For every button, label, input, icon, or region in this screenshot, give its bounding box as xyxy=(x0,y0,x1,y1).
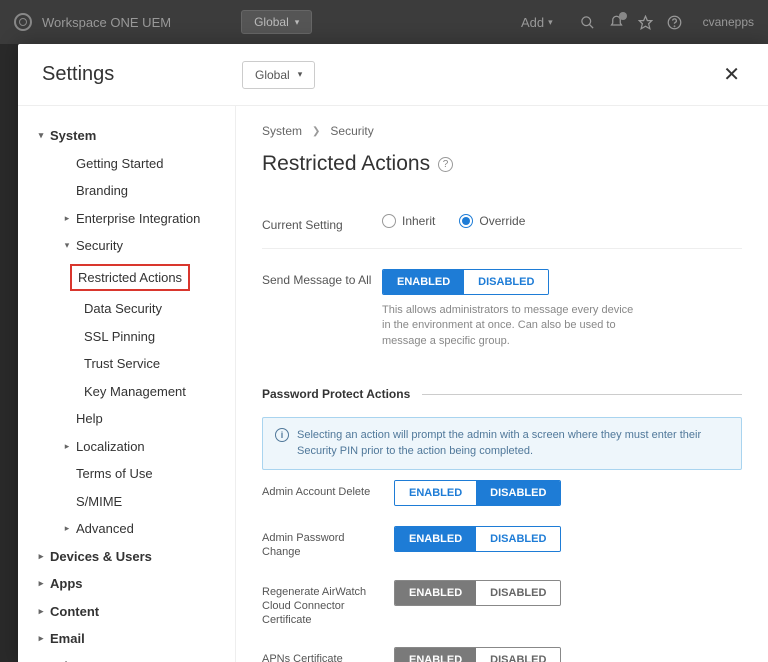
settings-content: System ❯ Security Restricted Actions ? C… xyxy=(236,106,768,662)
sidebar-item-smime[interactable]: S/MIME xyxy=(18,488,235,516)
modal-header: Settings Global ▾ ✕ xyxy=(18,44,768,106)
radio-override[interactable]: Override xyxy=(459,214,525,228)
sidebar-item-restricted-actions[interactable]: Restricted Actions xyxy=(18,260,235,296)
current-setting-label: Current Setting xyxy=(262,214,382,232)
caret-down-icon: ▾ xyxy=(36,129,46,143)
action-row: Regenerate AirWatch Cloud Connector Cert… xyxy=(262,570,742,638)
page-title: Restricted Actions ? xyxy=(262,152,742,176)
caret-down-icon: ▾ xyxy=(62,239,72,253)
chevron-down-icon: ▾ xyxy=(295,17,300,28)
sidebar-item-apps[interactable]: ▸Apps xyxy=(18,570,235,598)
action-toggle[interactable]: ENABLEDDISABLED xyxy=(394,480,561,506)
section-password-protect: Password Protect Actions xyxy=(262,387,742,401)
radio-inherit[interactable]: Inherit xyxy=(382,214,435,228)
chevron-down-icon: ▾ xyxy=(298,69,303,80)
action-toggle[interactable]: ENABLEDDISABLED xyxy=(394,580,561,606)
breadcrumb-item[interactable]: Security xyxy=(330,124,373,138)
chevron-down-icon: ▾ xyxy=(548,17,553,28)
user-menu[interactable]: cvanepps xyxy=(703,15,754,29)
sidebar-item-terms-of-use[interactable]: Terms of Use xyxy=(18,460,235,488)
sidebar-item-localization[interactable]: ▸Localization xyxy=(18,433,235,461)
caret-right-icon: ▸ xyxy=(36,605,46,619)
send-message-label: Send Message to All xyxy=(262,269,382,287)
breadcrumb: System ❯ Security xyxy=(262,124,742,138)
sidebar-item-data-security[interactable]: Data Security xyxy=(18,295,235,323)
caret-right-icon: ▸ xyxy=(36,577,46,591)
action-row: Admin Password ChangeENABLEDDISABLED xyxy=(262,516,742,570)
sidebar-item-devices-users[interactable]: ▸Devices & Users xyxy=(18,543,235,571)
sidebar-item-email[interactable]: ▸Email xyxy=(18,625,235,653)
sidebar-item-getting-started[interactable]: Getting Started xyxy=(18,150,235,178)
sidebar-item-branding[interactable]: Branding xyxy=(18,177,235,205)
star-icon[interactable] xyxy=(638,15,653,30)
sidebar-item-telecom[interactable]: ▸Telecom xyxy=(18,653,235,662)
sidebar-item-trust-service[interactable]: Trust Service xyxy=(18,350,235,378)
close-button[interactable]: ✕ xyxy=(719,58,744,91)
send-message-help: This allows administrators to message ev… xyxy=(382,303,642,349)
toggle-send-message[interactable]: ENABLED DISABLED xyxy=(382,269,549,295)
brand-name: Workspace ONE UEM xyxy=(42,15,171,30)
info-banner: i Selecting an action will prompt the ad… xyxy=(262,417,742,470)
help-icon[interactable]: ? xyxy=(438,157,453,172)
sidebar-item-key-management[interactable]: Key Management xyxy=(18,378,235,406)
settings-modal: Settings Global ▾ ✕ ▾System Getting Star… xyxy=(18,44,768,662)
action-row: APNs Certificate ChangeENABLEDDISABLED xyxy=(262,637,742,662)
help-icon[interactable] xyxy=(667,15,682,30)
caret-right-icon: ▸ xyxy=(62,522,72,536)
chevron-right-icon: ❯ xyxy=(312,126,320,137)
caret-right-icon: ▸ xyxy=(36,550,46,564)
topbar-org-group-selector[interactable]: Global ▾ xyxy=(241,10,312,34)
sidebar-item-system[interactable]: ▾System xyxy=(18,122,235,150)
sidebar-item-security[interactable]: ▾Security xyxy=(18,232,235,260)
modal-title: Settings xyxy=(42,63,242,86)
action-label: Admin Password Change xyxy=(262,526,394,560)
search-icon[interactable] xyxy=(580,15,595,30)
modal-org-group-selector[interactable]: Global ▾ xyxy=(242,61,315,89)
sidebar-item-ssl-pinning[interactable]: SSL Pinning xyxy=(18,323,235,351)
breadcrumb-item[interactable]: System xyxy=(262,124,302,138)
action-toggle[interactable]: ENABLEDDISABLED xyxy=(394,526,561,552)
notification-badge xyxy=(619,12,627,20)
sidebar-item-advanced[interactable]: ▸Advanced xyxy=(18,515,235,543)
settings-sidebar: ▾System Getting Started Branding ▸Enterp… xyxy=(18,106,236,662)
sidebar-item-content[interactable]: ▸Content xyxy=(18,598,235,626)
action-toggle[interactable]: ENABLEDDISABLED xyxy=(394,647,561,662)
action-row: Admin Account DeleteENABLEDDISABLED xyxy=(262,470,742,516)
action-label: Regenerate AirWatch Cloud Connector Cert… xyxy=(262,580,394,628)
caret-right-icon: ▸ xyxy=(62,440,72,454)
add-menu[interactable]: Add ▾ xyxy=(521,15,553,30)
info-icon: i xyxy=(275,428,289,442)
caret-right-icon: ▸ xyxy=(62,212,72,226)
action-label: Admin Account Delete xyxy=(262,480,394,499)
sidebar-item-enterprise-integration[interactable]: ▸Enterprise Integration xyxy=(18,205,235,233)
sidebar-item-help[interactable]: Help xyxy=(18,405,235,433)
notifications-icon[interactable] xyxy=(609,15,624,30)
caret-right-icon: ▸ xyxy=(36,632,46,646)
brand-logo-icon xyxy=(14,13,32,31)
app-topbar: Workspace ONE UEM Global ▾ Add ▾ cvanepp… xyxy=(0,0,768,44)
action-label: APNs Certificate Change xyxy=(262,647,394,662)
